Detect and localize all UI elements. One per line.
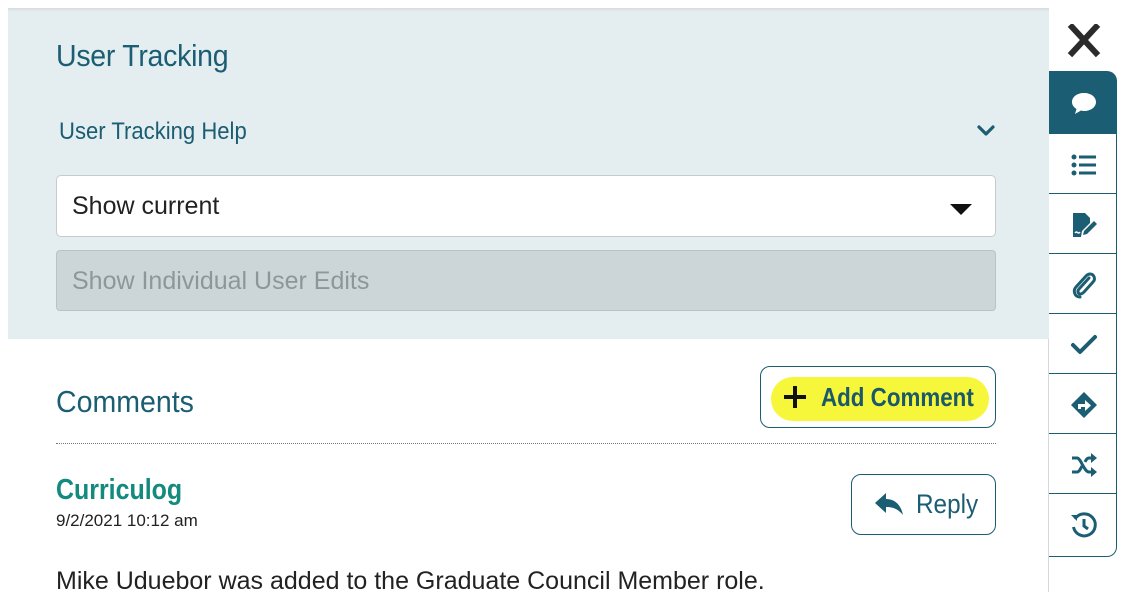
- sidebar-rail: [1049, 71, 1117, 557]
- paperclip-icon: [1072, 272, 1096, 299]
- sidebar-item-list[interactable]: [1049, 133, 1117, 194]
- signature-icon: [1073, 213, 1097, 237]
- sidebar-item-attachments[interactable]: [1049, 253, 1117, 314]
- sidebar-item-route[interactable]: [1049, 373, 1117, 434]
- reply-button[interactable]: Reply: [851, 474, 996, 535]
- reply-label: Reply: [916, 489, 979, 519]
- add-comment-label: Add Comment: [821, 382, 974, 412]
- shuffle-icon: [1072, 453, 1097, 477]
- select-value: Show current: [72, 192, 220, 220]
- user-tracking-title: User Tracking: [56, 38, 229, 73]
- route-icon: [1071, 392, 1097, 418]
- comments-title: Comments: [56, 384, 194, 419]
- show-individual-user-edits-button[interactable]: Show Individual User Edits: [56, 250, 996, 311]
- user-tracking-help-label: User Tracking Help: [59, 118, 247, 145]
- comment-author: Curriculog: [56, 474, 183, 506]
- caret-down-icon: [950, 204, 972, 215]
- user-tracking-section: User Tracking User Tracking Help Show cu…: [8, 11, 1049, 339]
- plus-icon: [784, 386, 806, 408]
- comment-timestamp: 9/2/2021 10:12 am: [56, 511, 198, 530]
- show-individual-user-edits-label: Show Individual User Edits: [72, 267, 370, 295]
- sidebar-item-signature[interactable]: [1049, 193, 1117, 254]
- chevron-down-icon: [977, 125, 995, 136]
- check-icon: [1071, 335, 1097, 354]
- sidebar-item-comments[interactable]: [1049, 71, 1117, 134]
- comment-icon: [1072, 93, 1096, 114]
- close-icon[interactable]: [1062, 24, 1108, 58]
- sidebar-item-approve[interactable]: [1049, 313, 1117, 374]
- list-icon: [1071, 154, 1096, 176]
- reply-icon: [875, 493, 903, 515]
- user-tracking-help-toggle[interactable]: User Tracking Help: [56, 111, 996, 151]
- page: User Tracking User Tracking Help Show cu…: [0, 0, 1140, 592]
- sidebar-item-history[interactable]: [1049, 493, 1117, 557]
- comments-divider: [56, 443, 996, 444]
- comment-body: Mike Uduebor was added to the Graduate C…: [56, 567, 765, 592]
- side-panel: User Tracking User Tracking Help Show cu…: [8, 11, 1049, 592]
- history-icon: [1071, 512, 1097, 538]
- sidebar-item-shuffle[interactable]: [1049, 433, 1117, 494]
- show-current-select[interactable]: Show current: [56, 175, 996, 237]
- add-comment-button[interactable]: Add Comment: [760, 366, 996, 428]
